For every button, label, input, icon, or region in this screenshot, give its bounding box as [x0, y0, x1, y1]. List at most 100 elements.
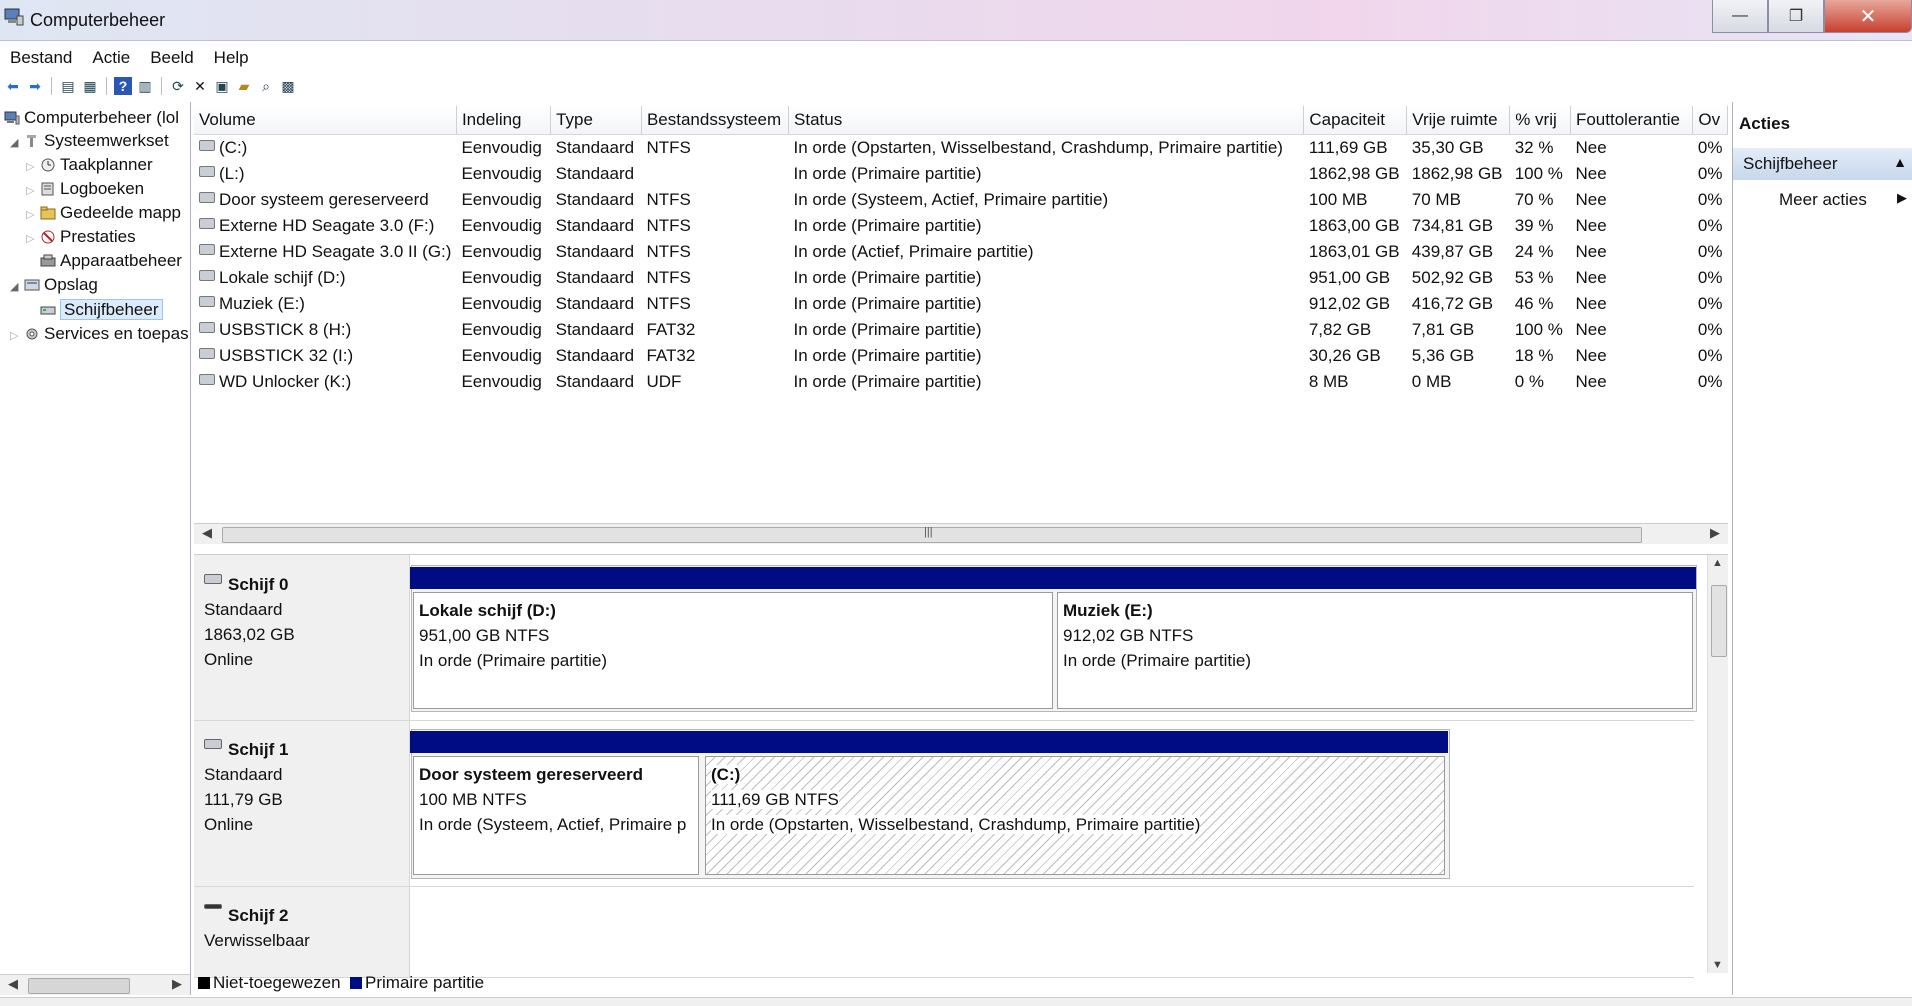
column-header-capaciteit[interactable]: Capaciteit	[1303, 106, 1408, 135]
table-cell: Standaard	[551, 265, 642, 291]
collapsed-triangle-icon[interactable]: ▷	[26, 203, 40, 227]
scroll-right-icon[interactable]: ▶	[1710, 525, 1720, 541]
toolbar-separator	[51, 77, 52, 95]
cell-text: 502,92 GB	[1411, 268, 1494, 287]
up-folder-icon[interactable]: ▤	[59, 77, 77, 95]
properties-icon[interactable]: ▣	[213, 77, 231, 95]
table-cell: Standaard	[551, 239, 642, 265]
table-row[interactable]: WD Unlocker (K:) Eenvoudig Standaard UDF In …	[194, 369, 1728, 395]
scroll-up-icon[interactable]: ▲	[1712, 557, 1723, 569]
column-header-procent-vrij[interactable]: % vrij	[1509, 106, 1571, 135]
table-cell: In orde (Primaire partitie)	[789, 369, 1304, 395]
tree-horizontal-scrollbar[interactable]: ◀ ▶	[0, 974, 190, 995]
minimize-button[interactable]: —	[1712, 0, 1768, 33]
table-row[interactable]: Externe HD Seagate 3.0 (F:) Eenvoudig Stan…	[194, 213, 1728, 239]
show-hide-action-pane-icon[interactable]: ▥	[136, 77, 154, 95]
table-cell: Standaard	[551, 187, 642, 213]
collapse-up-icon[interactable]: ▲	[1893, 154, 1907, 170]
column-header-overhead[interactable]: Ov	[1692, 106, 1728, 135]
volume-icon	[199, 348, 215, 359]
table-row[interactable]: USBSTICK 8 (H:) Eenvoudig Standaard FAT32 In…	[194, 317, 1728, 343]
table-cell: Nee	[1570, 317, 1692, 343]
tree-item-opslag[interactable]: ◢ Opslag	[10, 273, 98, 297]
open-folder-icon[interactable]: ▰	[235, 77, 253, 95]
tree-item-logboeken[interactable]: ▷ Logboeken	[26, 177, 144, 201]
table-row[interactable]: Muziek (E:) Eenvoudig Standaard NTFS In orde…	[194, 291, 1728, 317]
menu-beeld[interactable]: Beeld	[140, 44, 203, 72]
more-actions-link[interactable]: Meer acties	[1779, 190, 1867, 210]
collapsed-triangle-icon[interactable]: ▷	[26, 155, 40, 179]
scroll-thumb[interactable]	[28, 978, 130, 994]
expanded-triangle-icon[interactable]: ◢	[10, 131, 24, 155]
cell-text: 100 %	[1514, 320, 1563, 339]
tree-item-label: Logboeken	[60, 179, 145, 198]
scroll-down-icon[interactable]: ▼	[1712, 959, 1723, 971]
menu-help[interactable]: Help	[204, 44, 259, 72]
disk-info-0[interactable]: Schijf 0 Standaard 1863,02 GB Online	[194, 555, 410, 720]
tree-item-schijfbeheer[interactable]: Schijfbeheer	[26, 298, 163, 322]
table-row[interactable]: (L:) Eenvoudig Standaard In orde (Primaire …	[194, 161, 1728, 187]
scroll-left-icon[interactable]: ◀	[8, 976, 18, 992]
partition-c[interactable]: (C:) 111,69 GB NTFS In orde (Opstarten, …	[702, 731, 1448, 879]
volume-horizontal-scrollbar[interactable]: ◀ ||| ▶	[194, 523, 1728, 544]
table-row[interactable]: Door systeem gereserveerd Eenvoudig Standa…	[194, 187, 1728, 213]
expanded-triangle-icon[interactable]: ◢	[10, 275, 24, 299]
column-header-status[interactable]: Status	[788, 106, 1305, 135]
tree-item-gedeelde-mappen[interactable]: ▷ Gedeelde mapp	[26, 201, 181, 225]
disk-properties-icon[interactable]: ▩	[279, 77, 297, 95]
actions-section-header[interactable]: Schijfbeheer ▲	[1733, 148, 1912, 180]
cell-text: 0%	[1697, 164, 1723, 183]
cell-text: 0 %	[1514, 372, 1545, 391]
restore-button[interactable]: ❐	[1768, 0, 1824, 33]
collapsed-triangle-icon[interactable]: ▷	[10, 324, 24, 348]
collapsed-triangle-icon[interactable]: ▷	[26, 227, 40, 251]
scroll-right-icon[interactable]: ▶	[172, 976, 182, 992]
scroll-left-icon[interactable]: ◀	[202, 525, 212, 541]
menu-actie[interactable]: Actie	[82, 44, 140, 72]
partition-e[interactable]: Muziek (E:) 912,02 GB NTFS In orde (Prim…	[1054, 567, 1696, 713]
close-button[interactable]: ✕	[1824, 0, 1912, 33]
window-title: Computerbeheer	[30, 10, 166, 30]
tree-item-apparaatbeheer[interactable]: Apparaatbeheer	[26, 249, 182, 273]
table-cell: 0%	[1693, 369, 1728, 395]
disk-type: Standaard	[204, 600, 283, 619]
refresh-icon[interactable]: ⟳	[169, 77, 187, 95]
column-header-vrije-ruimte[interactable]: Vrije ruimte	[1406, 106, 1511, 135]
tree-item-systeemwerkset[interactable]: ◢ Systeemwerkset	[10, 129, 169, 153]
menu-bestand[interactable]: Bestand	[0, 44, 82, 72]
table-row[interactable]: Lokale schijf (D:) Eenvoudig Standaard NTFS…	[194, 265, 1728, 291]
show-hide-console-tree-icon[interactable]: ▦	[81, 77, 99, 95]
tree-item-taakplanner[interactable]: ▷ Taakplanner	[26, 153, 153, 177]
collapsed-triangle-icon[interactable]: ▷	[26, 179, 40, 203]
table-row[interactable]: (C:) Eenvoudig Standaard NTFS In orde (Opsta…	[194, 135, 1728, 162]
cell-text: NTFS	[646, 190, 691, 209]
table-cell: WD Unlocker (K:)	[194, 369, 456, 395]
delete-icon[interactable]: ✕	[191, 77, 209, 95]
column-header-indeling[interactable]: Indeling	[456, 106, 552, 135]
search-icon[interactable]: ⌕	[257, 77, 275, 95]
forward-arrow-icon[interactable]: ➡	[26, 77, 44, 95]
column-header-fouttolerantie[interactable]: Fouttolerantie	[1570, 106, 1694, 135]
tree-item-label: Services en toepas	[44, 324, 189, 343]
partition-d[interactable]: Lokale schijf (D:) 951,00 GB NTFS In ord…	[410, 567, 1056, 713]
scroll-thumb[interactable]	[1711, 585, 1727, 657]
tree-item-services[interactable]: ▷ Services en toepas	[10, 322, 189, 346]
table-row[interactable]: Externe HD Seagate 3.0 II (G:) Eenvoudig S…	[194, 239, 1728, 265]
column-header-volume[interactable]: Volume	[194, 106, 457, 135]
partition-system-reserved[interactable]: Door systeem gereserveerd 100 MB NTFS In…	[410, 731, 702, 879]
table-cell: 46 %	[1510, 291, 1571, 317]
help-icon[interactable]: ?	[114, 77, 132, 95]
tree-item-prestaties[interactable]: ▷ Prestaties	[26, 225, 136, 249]
table-row[interactable]: USBSTICK 32 (I:) Eenvoudig Standaard FAT32 I…	[194, 343, 1728, 369]
cell-text: Nee	[1575, 372, 1607, 391]
disk-view-vertical-scrollbar[interactable]: ▲ ▼	[1707, 555, 1728, 973]
tree-item-computerbeheer[interactable]: Computerbeheer (lol	[4, 106, 179, 130]
disk-info-2[interactable]: Schijf 2 Verwisselbaar	[194, 887, 410, 977]
column-header-bestandssysteem[interactable]: Bestandssysteem	[641, 106, 790, 135]
disk-info-1[interactable]: Schijf 1 Standaard 111,79 GB Online	[194, 721, 410, 886]
cell-text: Standaard	[555, 164, 635, 183]
back-arrow-icon[interactable]: ⬅	[4, 77, 22, 95]
submenu-arrow-icon[interactable]: ▶	[1897, 190, 1907, 206]
cell-text: In orde (Primaire partitie)	[793, 346, 982, 365]
column-header-type[interactable]: Type	[550, 106, 642, 135]
